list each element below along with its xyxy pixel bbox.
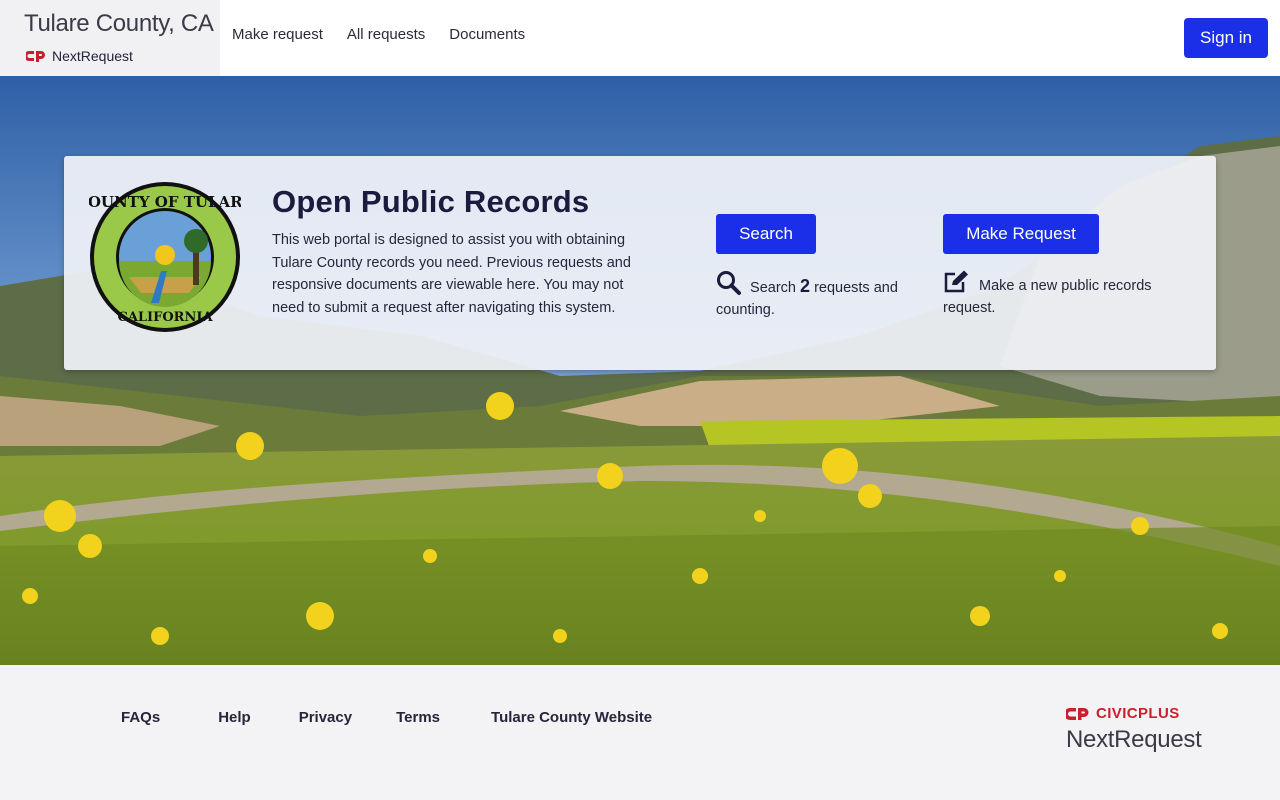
search-icon	[717, 271, 741, 295]
brand-block[interactable]: Tulare County, CA NextRequest	[0, 0, 220, 76]
footer-link-county-website[interactable]: Tulare County Website	[491, 709, 652, 726]
civicplus-name: CIVICPLUS	[1096, 705, 1180, 722]
search-button[interactable]: Search	[716, 214, 816, 254]
edit-icon	[944, 270, 968, 293]
civicplus-brand[interactable]: CIVICPLUS NextRequest	[1066, 705, 1202, 754]
records-card: COUNTY OF TULARE CALIFORNIA Open Public …	[64, 156, 1216, 370]
svg-text:COUNTY OF TULARE: COUNTY OF TULARE	[89, 193, 241, 211]
search-info: Search 2 requests and counting.	[716, 270, 916, 321]
nav-documents[interactable]: Documents	[449, 26, 525, 43]
county-seal-icon: COUNTY OF TULARE CALIFORNIA	[89, 182, 241, 332]
civicplus-logo-icon	[1066, 707, 1089, 720]
make-request-info: Make a new public records request.	[943, 270, 1173, 319]
product-brand: NextRequest	[26, 48, 133, 64]
hero-section: COUNTY OF TULARE CALIFORNIA Open Public …	[0, 76, 1280, 665]
sign-in-button[interactable]: Sign in	[1184, 18, 1268, 58]
footer-link-terms[interactable]: Terms	[396, 709, 440, 726]
main-nav: Make request All requests Documents	[232, 26, 525, 43]
svg-text:CALIFORNIA: CALIFORNIA	[117, 310, 213, 325]
footer-link-faqs[interactable]: FAQs	[121, 709, 160, 726]
footer-links: FAQs Help Privacy Terms Tulare County We…	[121, 709, 652, 726]
search-prefix: Search	[750, 280, 796, 296]
footer-link-privacy[interactable]: Privacy	[299, 709, 352, 726]
civicplus-top: CIVICPLUS	[1066, 705, 1201, 722]
page-footer: FAQs Help Privacy Terms Tulare County We…	[0, 665, 1280, 800]
make-request-text: Make a new public records request.	[943, 278, 1152, 316]
footer-link-help[interactable]: Help	[218, 709, 251, 726]
nav-make-request[interactable]: Make request	[232, 26, 323, 43]
nav-all-requests[interactable]: All requests	[347, 26, 425, 43]
page-title: Open Public Records	[272, 184, 590, 219]
top-header: Tulare County, CA NextRequest Make reque…	[0, 0, 1280, 76]
portal-description: This web portal is designed to assist yo…	[272, 232, 631, 316]
nextrequest-footer-name: NextRequest	[1066, 726, 1202, 753]
product-name: NextRequest	[52, 48, 133, 64]
org-name[interactable]: Tulare County, CA	[24, 10, 214, 38]
make-request-button[interactable]: Make Request	[943, 214, 1099, 254]
nextrequest-logo-icon	[26, 51, 45, 62]
request-count: 2	[800, 276, 811, 296]
